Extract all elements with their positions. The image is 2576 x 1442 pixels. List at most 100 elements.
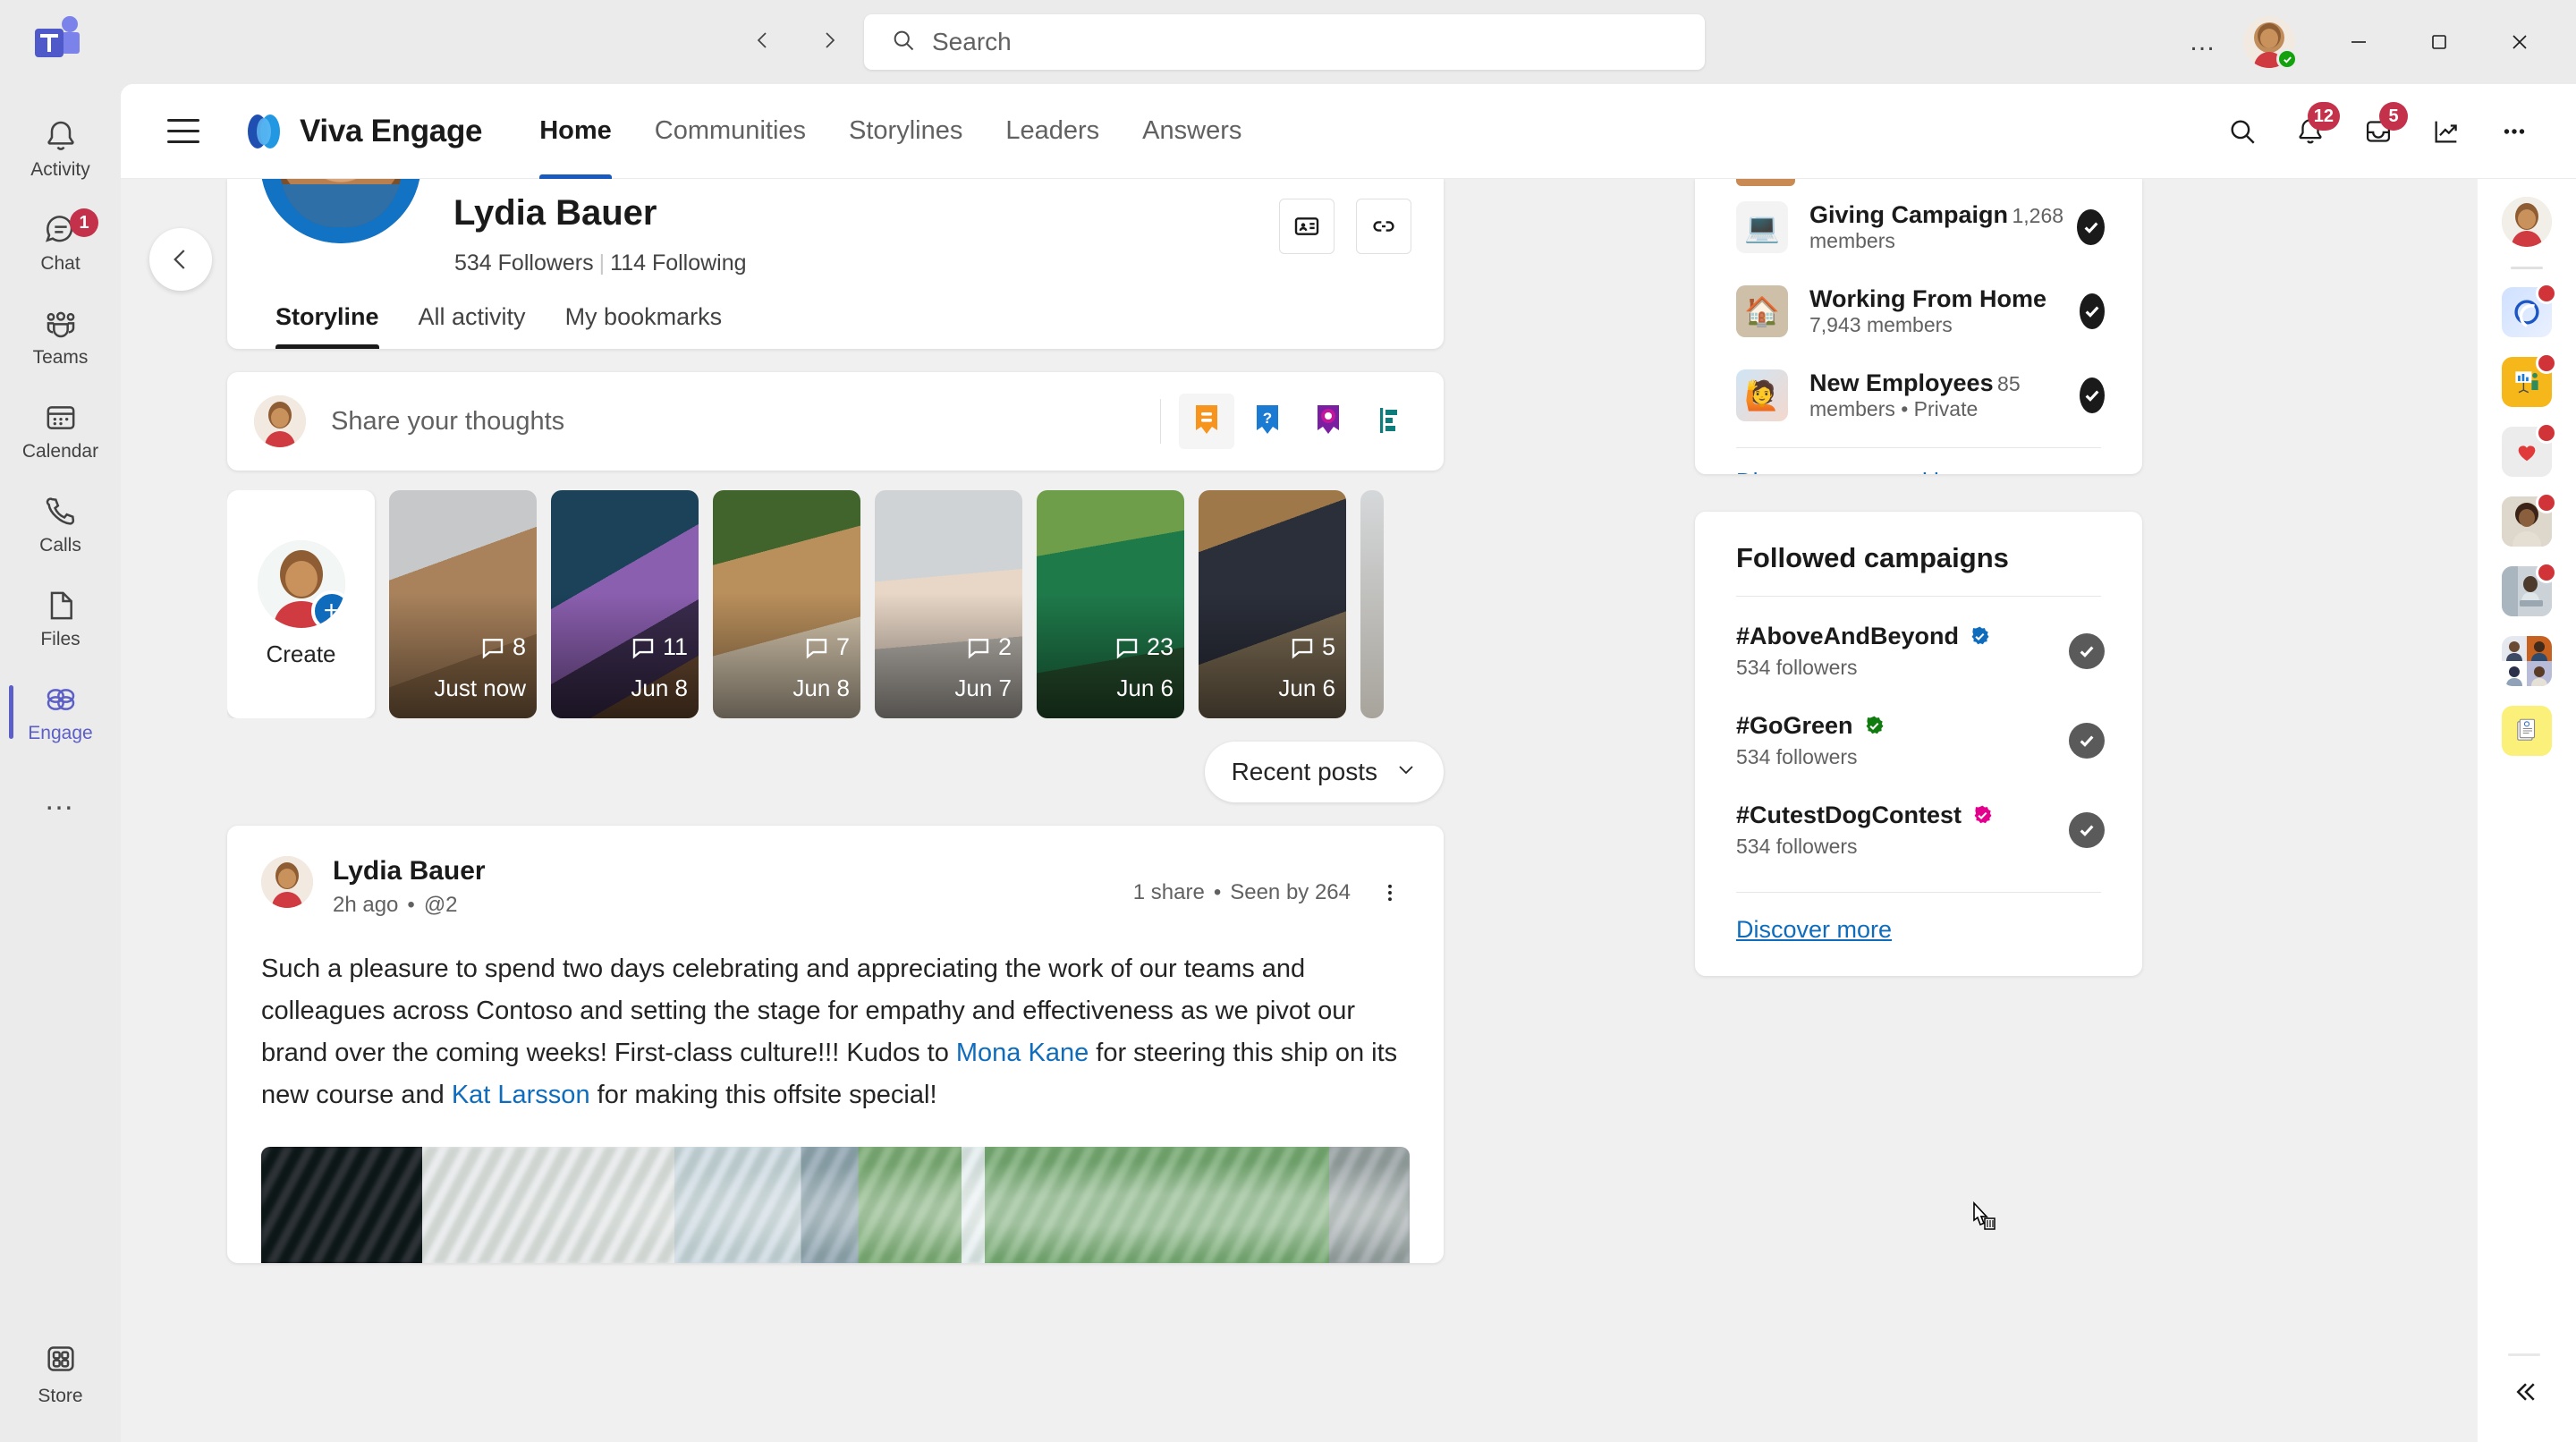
top-nav: Home Communities Storylines Leaders Answ…	[518, 84, 1263, 179]
post-image[interactable]	[261, 1146, 1410, 1263]
sidebar-item-calls[interactable]: Calls	[0, 478, 121, 572]
list-item[interactable]: #CutestDogContest 534 followers	[1695, 795, 2142, 865]
hamburger-icon[interactable]	[158, 106, 208, 157]
search-icon[interactable]	[2211, 100, 2274, 163]
story-card[interactable]: 23 Jun 6	[1037, 490, 1184, 718]
more-horizontal-icon[interactable]	[2483, 100, 2546, 163]
avatar[interactable]	[2243, 16, 2298, 70]
post-composer[interactable]: Share your thoughts ?	[227, 372, 1444, 471]
forward-icon[interactable]	[809, 20, 850, 61]
link-icon[interactable]	[1356, 199, 1411, 254]
more-vertical-icon[interactable]	[1370, 870, 1410, 915]
joined-check-icon[interactable]	[2079, 377, 2105, 413]
tab-answers[interactable]: Answers	[1121, 84, 1263, 179]
contact-card-icon[interactable]	[1279, 199, 1335, 254]
right-sidebar: 💻 Giving Campaign 1,268 members 🏠 Workin…	[1695, 179, 2142, 976]
following-check-icon[interactable]	[2069, 812, 2105, 848]
laptop-person-app-icon[interactable]	[2502, 562, 2557, 616]
analytics-icon[interactable]	[2415, 100, 2478, 163]
back-icon[interactable]	[742, 20, 784, 61]
create-story-label: Create	[266, 640, 336, 667]
sidebar-item-activity[interactable]: Activity	[0, 102, 121, 196]
list-item[interactable]: #GoGreen 534 followers	[1695, 706, 2142, 776]
question-icon[interactable]: ?	[1240, 394, 1295, 449]
people-grid-app-icon[interactable]	[2502, 636, 2552, 686]
page-title: Viva Engage	[300, 113, 483, 148]
list-item[interactable]: 💻 Giving Campaign 1,268 members	[1695, 191, 2142, 263]
presentation-app-icon[interactable]	[2502, 352, 2557, 407]
sidebar-item-label: Store	[38, 1385, 83, 1406]
inbox-icon[interactable]: 5	[2347, 100, 2410, 163]
sort-posts-dropdown[interactable]: Recent posts	[1204, 742, 1444, 802]
post-author[interactable]: Lydia Bauer	[333, 856, 486, 886]
chevron-double-left-icon[interactable]	[2501, 1367, 2551, 1417]
poll-icon[interactable]	[1361, 394, 1417, 449]
joined-check-icon[interactable]	[2077, 209, 2105, 245]
composer-placeholder[interactable]: Share your thoughts	[331, 407, 564, 437]
discover-more-link[interactable]: Discover more	[1736, 916, 1892, 944]
tab-home[interactable]: Home	[518, 84, 633, 179]
sidebar-item-teams[interactable]: Teams	[0, 290, 121, 384]
chevron-down-icon	[1395, 758, 1417, 786]
story-card[interactable]: 8 Just now	[389, 490, 537, 718]
followed-campaigns-card: Followed campaigns #AboveAndBeyond 534 f…	[1695, 512, 2142, 976]
praise-icon[interactable]	[1301, 394, 1356, 449]
back-navigation-button[interactable]	[149, 228, 212, 291]
tab-all-activity[interactable]: All activity	[399, 303, 546, 349]
community-name: New Employees	[1809, 369, 1994, 396]
sidebar-more-apps-icon[interactable]: …	[0, 759, 121, 840]
sidebar-item-label: Calendar	[21, 441, 99, 462]
post-header: Lydia Bauer 2h ago • @2 1 share • Seen by 26…	[227, 856, 1444, 918]
profile-card: #CAMPAIGN TITLE Lydia Bauer 534 Follower…	[227, 179, 1444, 349]
list-item[interactable]: 🏠 Working From Home 7,943 members	[1695, 276, 2142, 347]
joined-check-icon[interactable]	[2079, 293, 2105, 329]
following-check-icon[interactable]	[2069, 633, 2105, 669]
avatar[interactable]	[2502, 197, 2552, 247]
tab-my-bookmarks[interactable]: My bookmarks	[546, 303, 742, 349]
waving-person-emoji-icon: 🙋	[1736, 369, 1788, 421]
discussion-icon[interactable]	[1179, 394, 1234, 449]
story-card[interactable]: 5 Jun 6	[1199, 490, 1346, 718]
mention-kat-larsson[interactable]: Kat Larsson	[452, 1081, 590, 1109]
close-button[interactable]	[2479, 0, 2560, 84]
avatar[interactable]	[261, 856, 313, 908]
tab-communities[interactable]: Communities	[633, 84, 827, 179]
story-card[interactable]: 2 Jun 7	[875, 490, 1022, 718]
documents-app-icon[interactable]	[2502, 706, 2552, 756]
list-item[interactable]: #AboveAndBeyond 534 followers	[1695, 616, 2142, 686]
sidebar-item-label: Activity	[30, 159, 90, 180]
sidebar-item-store[interactable]: Store	[0, 1327, 121, 1421]
maximize-button[interactable]	[2399, 0, 2479, 84]
copilot-app-icon[interactable]	[2502, 283, 2557, 337]
search-input[interactable]: Search	[864, 14, 1705, 70]
person-photo-app-icon[interactable]	[2502, 492, 2557, 547]
divider	[1736, 892, 2101, 893]
sidebar-item-label: Files	[40, 629, 80, 649]
sidebar-item-files[interactable]: Files	[0, 572, 121, 666]
comment-count-value: 11	[662, 633, 688, 660]
avatar: +	[257, 540, 345, 628]
story-card[interactable]: 11 Jun 8	[551, 490, 699, 718]
story-card-partial[interactable]	[1360, 490, 1384, 718]
mention-mona-kane[interactable]: Mona Kane	[956, 1039, 1089, 1067]
app-body: #CAMPAIGN TITLE Lydia Bauer 534 Follower…	[121, 179, 2576, 1442]
tab-storyline[interactable]: Storyline	[256, 303, 399, 349]
minimize-button[interactable]	[2318, 0, 2399, 84]
notifications-icon[interactable]: 12	[2279, 100, 2342, 163]
sidebar-item-engage[interactable]: Engage	[0, 666, 121, 759]
stories-carousel[interactable]: + Create 8 Just now 11 Jun 8 7 Jun 8 2 J…	[227, 490, 1444, 718]
following-check-icon[interactable]	[2069, 723, 2105, 759]
tab-leaders[interactable]: Leaders	[984, 84, 1121, 179]
sidebar-item-label: Teams	[32, 347, 89, 368]
story-card[interactable]: 7 Jun 8	[713, 490, 860, 718]
heart-app-icon[interactable]	[2502, 422, 2557, 477]
sidebar-item-calendar[interactable]: Calendar	[0, 384, 121, 478]
list-item[interactable]: 🙋 New Employees 85 members • Private	[1695, 360, 2142, 431]
discover-communities-link[interactable]: Discover communities	[1736, 468, 1963, 474]
titlebar-more-icon[interactable]: …	[2172, 14, 2234, 70]
sidebar-item-chat[interactable]: 1 Chat	[0, 196, 121, 290]
post-body: Such a pleasure to spend two days celebr…	[261, 948, 1410, 1116]
create-story-card[interactable]: + Create	[227, 490, 375, 718]
profile-avatar[interactable]: #CAMPAIGN TITLE	[260, 179, 421, 243]
tab-storylines[interactable]: Storylines	[827, 84, 984, 179]
